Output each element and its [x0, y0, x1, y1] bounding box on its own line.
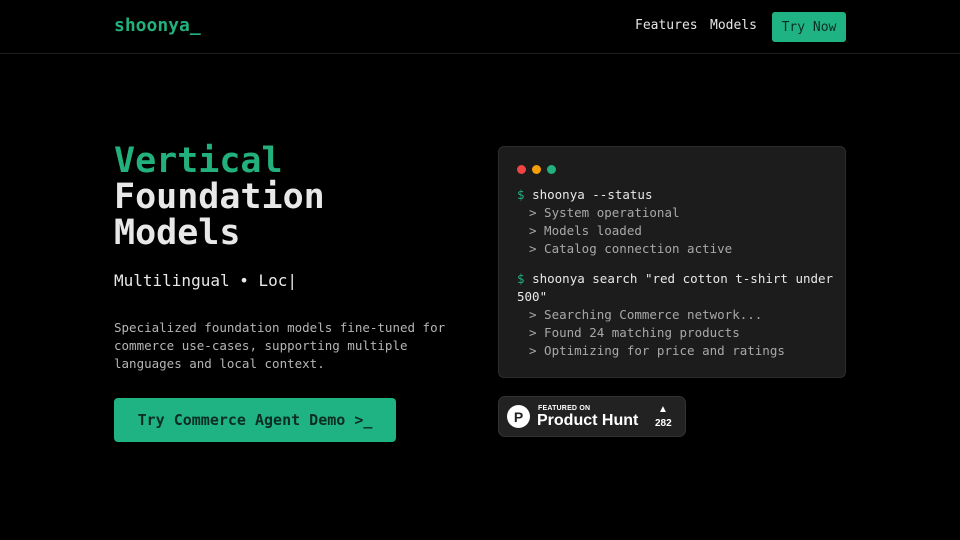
try-demo-button[interactable]: Try Commerce Agent Demo >_ [114, 398, 396, 442]
product-hunt-logo-icon: P [507, 405, 530, 428]
top-navbar: shoonya_ Features Models Try Now [0, 0, 960, 54]
window-controls [517, 165, 556, 174]
terminal-output-line: > Catalog connection active [529, 241, 733, 256]
typing-subtitle: Multilingual • Loc| [114, 271, 298, 290]
close-dot-icon [517, 165, 526, 174]
terminal-output-line: > Models loaded [529, 223, 642, 238]
terminal-output-line: > System operational [529, 205, 680, 220]
hero-title-line-3: Models [114, 213, 241, 253]
maximize-dot-icon [547, 165, 556, 174]
terminal-command: $ shoonya search "red cotton t-shirt und… [517, 270, 835, 306]
hero-title-accent: Vertical [114, 141, 283, 181]
nav-link-models[interactable]: Models [710, 18, 757, 33]
product-hunt-badge[interactable]: P FEATURED ON Product Hunt ▲ 282 [498, 396, 686, 437]
hero-title-line-2: Foundation [114, 177, 325, 217]
command-text: shoonya --status [532, 187, 653, 202]
minimize-dot-icon [532, 165, 541, 174]
terminal-output-line: > Found 24 matching products [529, 325, 740, 340]
logo[interactable]: shoonya_ [114, 15, 201, 36]
terminal-command: $ shoonya --status [517, 186, 835, 204]
try-now-button[interactable]: Try Now [772, 12, 846, 42]
prompt-symbol: $ [517, 187, 525, 202]
terminal-output: $ shoonya --status > System operational … [517, 186, 835, 360]
hero-title: Vertical Foundation Models [114, 143, 325, 251]
featured-on-label: FEATURED ON [538, 405, 591, 412]
hero-description: Specialized foundation models fine-tuned… [114, 320, 446, 371]
nav-link-features[interactable]: Features [635, 18, 698, 33]
command-text: shoonya search "red cotton t-shirt under… [517, 271, 834, 304]
terminal-output-line: > Searching Commerce network... [529, 307, 763, 322]
terminal-output-line: > Optimizing for price and ratings [529, 343, 785, 358]
upvote-count: 282 [655, 418, 672, 429]
terminal-window: $ shoonya --status > System operational … [498, 146, 846, 378]
product-hunt-name: Product Hunt [537, 412, 639, 429]
prompt-symbol: $ [517, 271, 525, 286]
upvote-arrow-icon: ▲ [658, 404, 668, 415]
